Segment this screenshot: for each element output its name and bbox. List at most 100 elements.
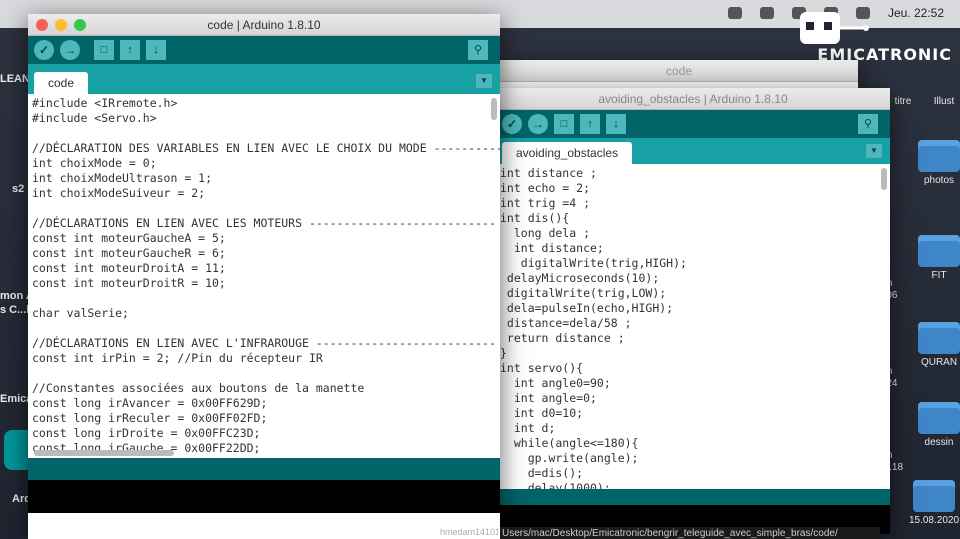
- new-button[interactable]: □: [94, 40, 114, 60]
- window-titlebar[interactable]: code | Arduino 1.8.10: [28, 14, 500, 36]
- minimize-button[interactable]: [55, 19, 67, 31]
- zoom-button[interactable]: [74, 19, 86, 31]
- desktop-item[interactable]: titre: [888, 96, 918, 107]
- code-line[interactable]: const long irDroite = 0x00FFC23D;: [32, 426, 500, 441]
- code-text[interactable]: #include <IRremote.h> #include <Servo.h> /…: [28, 94, 500, 456]
- folder-icon: [918, 402, 960, 434]
- code-line[interactable]: //DÉCLARATION DES VARIABLES EN LIEN AVEC…: [32, 141, 500, 156]
- code-line[interactable]: const int moteurGaucheA = 5;: [32, 231, 500, 246]
- folder-icon: [913, 480, 955, 512]
- code-line[interactable]: long dela ;: [500, 226, 890, 241]
- folder-icon: [918, 140, 960, 172]
- verify-button[interactable]: ✓: [502, 114, 522, 134]
- path-prefix: hmedam14101: [440, 527, 498, 537]
- tab-avoiding-obstacles[interactable]: avoiding_obstacles: [502, 142, 633, 164]
- new-button[interactable]: □: [554, 114, 574, 134]
- save-button[interactable]: ↓: [606, 114, 626, 134]
- open-button[interactable]: ↑: [580, 114, 600, 134]
- code-line[interactable]: int servo(){: [500, 361, 890, 376]
- vertical-scrollbar[interactable]: [491, 98, 497, 120]
- serial-monitor-button[interactable]: ⚲: [858, 114, 878, 134]
- close-button[interactable]: [36, 19, 48, 31]
- code-line[interactable]: d=dis();: [500, 466, 890, 481]
- open-button[interactable]: ↑: [120, 40, 140, 60]
- code-line[interactable]: digitalWrite(trig,LOW);: [500, 286, 890, 301]
- arduino-window-avoiding-obstacles[interactable]: avoiding_obstacles | Arduino 1.8.10 ✓ → …: [496, 88, 890, 534]
- code-line[interactable]: int angle=0;: [500, 391, 890, 406]
- desktop-item[interactable]: Illust: [928, 96, 960, 107]
- tab-menu-button[interactable]: ▼: [476, 74, 492, 88]
- desktop-label[interactable]: s2: [12, 183, 24, 195]
- code-line[interactable]: int choixMode = 0;: [32, 156, 500, 171]
- code-line[interactable]: int trig =4 ;: [500, 196, 890, 211]
- code-line[interactable]: [32, 366, 500, 381]
- code-line[interactable]: [32, 126, 500, 141]
- tab-menu-button[interactable]: ▼: [866, 144, 882, 158]
- code-line[interactable]: const long irAvancer = 0x00FF629D;: [32, 396, 500, 411]
- code-line[interactable]: int dis(){: [500, 211, 890, 226]
- status-bar: [28, 458, 500, 480]
- folder-icon: [918, 235, 960, 267]
- desktop-folder[interactable]: QURAN: [918, 322, 960, 368]
- code-line[interactable]: int choixModeUltrason = 1;: [32, 171, 500, 186]
- code-line[interactable]: //DÉCLARATIONS EN LIEN AVEC L'INFRAROUGE…: [32, 336, 500, 351]
- code-line[interactable]: int angle0=90;: [500, 376, 890, 391]
- arduino-window-code[interactable]: code | Arduino 1.8.10 ✓ → □ ↑ ↓ ⚲ code ▼…: [28, 14, 500, 539]
- back-window[interactable]: code: [500, 60, 858, 90]
- desktop-folder[interactable]: FIT: [918, 235, 960, 281]
- code-line[interactable]: }: [500, 346, 890, 361]
- code-text[interactable]: int distance ; int echo = 2; int trig =4 ;…: [496, 164, 890, 489]
- code-line[interactable]: int choixModeSuiveur = 2;: [32, 186, 500, 201]
- code-line[interactable]: gp.write(angle);: [500, 451, 890, 466]
- window-title: code | Arduino 1.8.10: [207, 18, 321, 32]
- code-line[interactable]: const int irPin = 2; //Pin du récepteur …: [32, 351, 500, 366]
- upload-button[interactable]: →: [60, 40, 80, 60]
- toolbar: ✓ → □ ↑ ↓ ⚲: [496, 110, 890, 138]
- code-line[interactable]: #include <IRremote.h>: [32, 96, 500, 111]
- code-line[interactable]: digitalWrite(trig,HIGH);: [500, 256, 890, 271]
- folder-icon: [918, 322, 960, 354]
- code-line[interactable]: int distance ;: [500, 166, 890, 181]
- code-line[interactable]: const int moteurDroitA = 11;: [32, 261, 500, 276]
- verify-button[interactable]: ✓: [34, 40, 54, 60]
- code-line[interactable]: while(angle<=180){: [500, 436, 890, 451]
- code-line[interactable]: const int moteurDroitR = 10;: [32, 276, 500, 291]
- code-line[interactable]: char valSerie;: [32, 306, 500, 321]
- upload-button[interactable]: →: [528, 114, 548, 134]
- code-line[interactable]: int d;: [500, 421, 890, 436]
- code-line[interactable]: //Constantes associées aux boutons de la…: [32, 381, 500, 396]
- code-line[interactable]: #include <Servo.h>: [32, 111, 500, 126]
- code-line[interactable]: dela=pulseIn(echo,HIGH);: [500, 301, 890, 316]
- code-line[interactable]: int echo = 2;: [500, 181, 890, 196]
- code-line[interactable]: const int moteurGaucheR = 6;: [32, 246, 500, 261]
- desktop-folder[interactable]: 15.08.2020: [908, 480, 960, 526]
- code-line[interactable]: const long irReculer = 0x00FF02FD;: [32, 411, 500, 426]
- status-icon[interactable]: [727, 7, 742, 19]
- serial-monitor-button[interactable]: ⚲: [468, 40, 488, 60]
- code-line[interactable]: [32, 201, 500, 216]
- desktop-folder[interactable]: photos: [918, 140, 960, 186]
- code-line[interactable]: [32, 321, 500, 336]
- tab-code[interactable]: code: [34, 72, 89, 94]
- code-line[interactable]: [32, 291, 500, 306]
- tab-bar: avoiding_obstacles ▼: [496, 138, 890, 164]
- code-line[interactable]: distance=dela/58 ;: [500, 316, 890, 331]
- code-line[interactable]: return distance ;: [500, 331, 890, 346]
- desktop-folder[interactable]: dessin: [918, 402, 960, 448]
- horizontal-scrollbar[interactable]: [34, 450, 174, 456]
- window-titlebar[interactable]: avoiding_obstacles | Arduino 1.8.10: [496, 88, 890, 110]
- code-line[interactable]: delay(1000);: [500, 481, 890, 489]
- path-bar: Users/mac/Desktop/Emicatronic/bengrir_te…: [500, 527, 880, 539]
- code-line[interactable]: //DÉCLARATIONS EN LIEN AVEC LES MOTEURS …: [32, 216, 500, 231]
- code-line[interactable]: int distance;: [500, 241, 890, 256]
- save-button[interactable]: ↓: [146, 40, 166, 60]
- code-editor[interactable]: int distance ; int echo = 2; int trig =4 ;…: [496, 164, 890, 489]
- creative-cloud-icon[interactable]: [759, 7, 774, 19]
- code-line[interactable]: delayMicroseconds(10);: [500, 271, 890, 286]
- vertical-scrollbar[interactable]: [881, 168, 887, 190]
- code-editor[interactable]: #include <IRremote.h> #include <Servo.h> /…: [28, 94, 500, 458]
- status-bar: [496, 489, 890, 505]
- code-line[interactable]: int d0=10;: [500, 406, 890, 421]
- desktop-label[interactable]: LEAN: [0, 73, 30, 85]
- window-titlebar[interactable]: code: [500, 60, 858, 82]
